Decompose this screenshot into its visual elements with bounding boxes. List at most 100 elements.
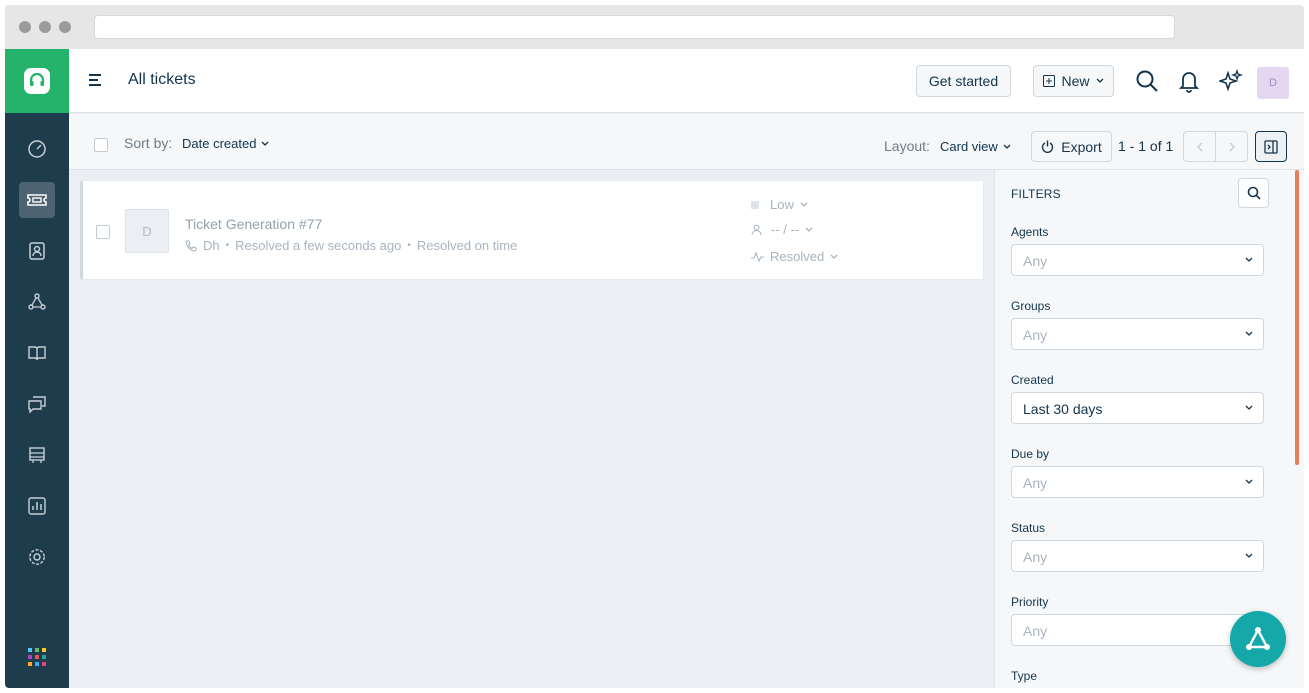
ticket-meta: Dh • Resolved a few seconds ago • Resolv… (185, 238, 517, 253)
filter-label-status: Status (1011, 521, 1046, 535)
sort-value: Date created (182, 136, 257, 151)
get-started-button[interactable]: Get started (916, 65, 1011, 97)
ticket-avatar: D (125, 209, 169, 253)
pagination-text: 1 - 1 of 1 (1118, 138, 1174, 154)
toggle-filters-button[interactable] (1255, 131, 1287, 162)
filters-scrollbar[interactable] (1295, 170, 1299, 465)
next-page-button[interactable] (1216, 132, 1247, 161)
ticket-checkbox[interactable] (96, 225, 110, 239)
ai-sparkle-icon[interactable] (1217, 68, 1244, 98)
headset-icon (24, 68, 50, 94)
filter-agents-select[interactable]: Any (1011, 244, 1264, 276)
browser-chrome (5, 5, 1304, 49)
chevron-left-icon (1196, 142, 1202, 151)
filter-status-select[interactable]: Any (1011, 540, 1264, 572)
filter-search-button[interactable] (1238, 178, 1269, 208)
forums-icon (28, 396, 46, 414)
ticket-list: D Ticket Generation #77 Dh • Resolved a … (69, 170, 994, 688)
sidebar-item-groups[interactable] (19, 284, 55, 320)
filter-created-value: Last 30 days (1023, 401, 1103, 417)
priority-dropdown[interactable]: Low (751, 197, 808, 212)
sidebar-panel-icon (1264, 139, 1278, 154)
chevron-down-icon (1245, 257, 1253, 262)
user-avatar[interactable]: D (1257, 67, 1289, 99)
layout-value: Card view (940, 139, 998, 154)
filter-label-type: Type (1011, 669, 1038, 683)
sort-label: Sort by: (124, 135, 173, 151)
prev-page-button[interactable] (1184, 132, 1216, 161)
analytics-bench-icon (29, 447, 45, 463)
sidebar-item-solutions[interactable] (19, 335, 55, 371)
solutions-icon (28, 346, 46, 361)
pagination-controls (1183, 131, 1248, 162)
filters-heading: FILTERS (1011, 187, 1061, 201)
filter-label-agents: Agents (1011, 225, 1049, 239)
list-toolbar: Sort by: Date created Layout: Card view … (69, 114, 1304, 170)
top-bar: All tickets Get started New D (69, 49, 1304, 113)
activity-icon (751, 251, 764, 262)
filter-priority-value: Any (1023, 623, 1048, 639)
window-close-dot[interactable] (19, 21, 31, 33)
freddy-assistant-button[interactable] (1230, 611, 1286, 667)
address-bar[interactable] (94, 15, 1175, 39)
filter-label-groups: Groups (1011, 299, 1051, 313)
export-button[interactable]: Export (1031, 131, 1112, 162)
chevron-down-icon (261, 141, 269, 146)
export-icon (1042, 140, 1054, 153)
new-button-label: New (1061, 73, 1090, 89)
sort-dropdown[interactable]: Date created (182, 136, 269, 151)
filter-groups-value: Any (1023, 327, 1048, 343)
filter-status-value: Any (1023, 549, 1048, 565)
sidebar-item-tickets[interactable] (19, 182, 55, 218)
chevron-right-icon (1229, 142, 1235, 151)
ticket-sla-status: Resolved on time (416, 238, 518, 253)
filter-created-select[interactable]: Last 30 days (1011, 392, 1264, 424)
ticket-title: Ticket Generation (185, 216, 295, 232)
select-all-checkbox[interactable] (94, 138, 108, 152)
reports-icon (28, 497, 46, 515)
ticket-requester: Dh (203, 238, 220, 253)
brand-logo[interactable] (5, 49, 69, 113)
sidebar-item-reports[interactable] (19, 488, 55, 524)
meta-separator: • (225, 240, 230, 251)
status-dropdown[interactable]: Resolved (751, 249, 838, 264)
menu-toggle-icon[interactable] (88, 73, 102, 92)
filter-groups-select[interactable]: Any (1011, 318, 1264, 350)
settings-icon (29, 549, 45, 565)
sidebar-item-contacts[interactable] (19, 233, 55, 269)
chevron-down-icon (830, 254, 838, 259)
layout-label: Layout: (884, 138, 930, 154)
ticket-subject[interactable]: Ticket Generation #77 (185, 216, 322, 232)
filter-label-due-by: Due by (1011, 447, 1050, 461)
chevron-down-icon (1003, 144, 1011, 149)
sidebar-item-forums[interactable] (19, 386, 55, 422)
window-minimize-dot[interactable] (39, 21, 51, 33)
sidebar-item-settings[interactable] (19, 539, 55, 575)
window-maximize-dot[interactable] (59, 21, 71, 33)
filter-due-by-value: Any (1023, 475, 1048, 491)
chevron-down-icon (800, 202, 808, 207)
priority-indicator (751, 200, 759, 209)
chevron-down-icon (1245, 553, 1253, 558)
search-icon (1247, 186, 1261, 200)
sidebar-item-analytics-bench[interactable] (19, 437, 55, 473)
status-value: Resolved (770, 249, 825, 264)
plus-square-icon (1043, 75, 1056, 87)
filter-label-priority: Priority (1011, 595, 1049, 609)
filter-priority-select[interactable]: Any (1011, 614, 1264, 646)
filter-due-by-select[interactable]: Any (1011, 466, 1264, 498)
page-title: All tickets (128, 71, 196, 88)
contacts-icon (29, 242, 45, 260)
layout-dropdown[interactable]: Card view (940, 139, 1011, 154)
sidebar-item-dashboard[interactable] (19, 131, 55, 167)
filter-label-created: Created (1011, 373, 1054, 387)
sidebar-item-apps[interactable] (19, 639, 55, 675)
notification-bell-icon[interactable] (1178, 69, 1200, 98)
apps-grid-icon (28, 648, 46, 666)
assignee-dropdown[interactable]: -- / -- (751, 222, 813, 237)
ticket-resolved-time: Resolved a few seconds ago (235, 238, 402, 253)
ticket-card[interactable]: D Ticket Generation #77 Dh • Resolved a … (80, 180, 984, 280)
search-icon[interactable] (1135, 69, 1159, 98)
chevron-down-icon (1245, 331, 1253, 336)
new-button[interactable]: New (1033, 65, 1114, 97)
